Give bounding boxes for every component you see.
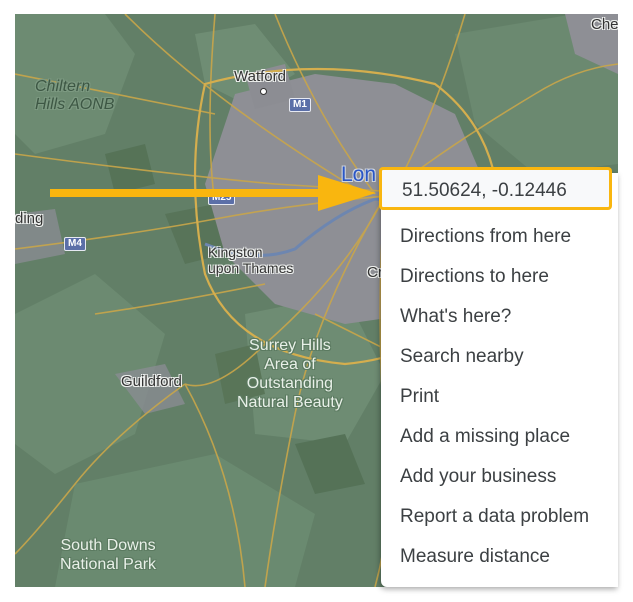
map-label-watford: Watford — [234, 68, 286, 85]
menu-item-report-problem[interactable]: Report a data problem — [400, 505, 589, 529]
map-label-south-downs: South Downs National Park — [60, 537, 157, 573]
map-label-reading: ding — [15, 210, 44, 227]
menu-item-measure-distance[interactable]: Measure distance — [400, 545, 550, 569]
menu-item-search-nearby[interactable]: Search nearby — [400, 345, 524, 369]
map-label-chiltern-hills: Chiltern Hills AONB — [35, 78, 115, 113]
coordinates-text: 51.50624, -0.12446 — [402, 180, 567, 201]
map-label-kingston: Kingston upon Thames — [208, 244, 294, 276]
menu-item-directions-to[interactable]: Directions to here — [400, 265, 549, 289]
annotation-arrow-icon — [50, 175, 376, 211]
coordinates-menu-item[interactable]: 51.50624, -0.12446 — [379, 167, 612, 210]
menu-item-whats-here[interactable]: What's here? — [400, 305, 511, 329]
menu-item-add-missing-place[interactable]: Add a missing place — [400, 425, 570, 449]
map-pin-dot — [260, 88, 267, 95]
road-shield-m1: M1 — [289, 98, 311, 112]
map-label-guildford: Guildford — [121, 373, 182, 390]
menu-item-print[interactable]: Print — [400, 385, 439, 409]
map-label-surrey-hills: Surrey Hills Area of Outstanding Natural… — [237, 337, 343, 411]
road-shield-m4: M4 — [64, 237, 86, 251]
map-label-chelmsford: Che — [591, 16, 618, 33]
context-menu: Directions from here Directions to here … — [381, 173, 618, 587]
menu-item-directions-from[interactable]: Directions from here — [400, 225, 571, 249]
menu-item-add-business[interactable]: Add your business — [400, 465, 556, 489]
